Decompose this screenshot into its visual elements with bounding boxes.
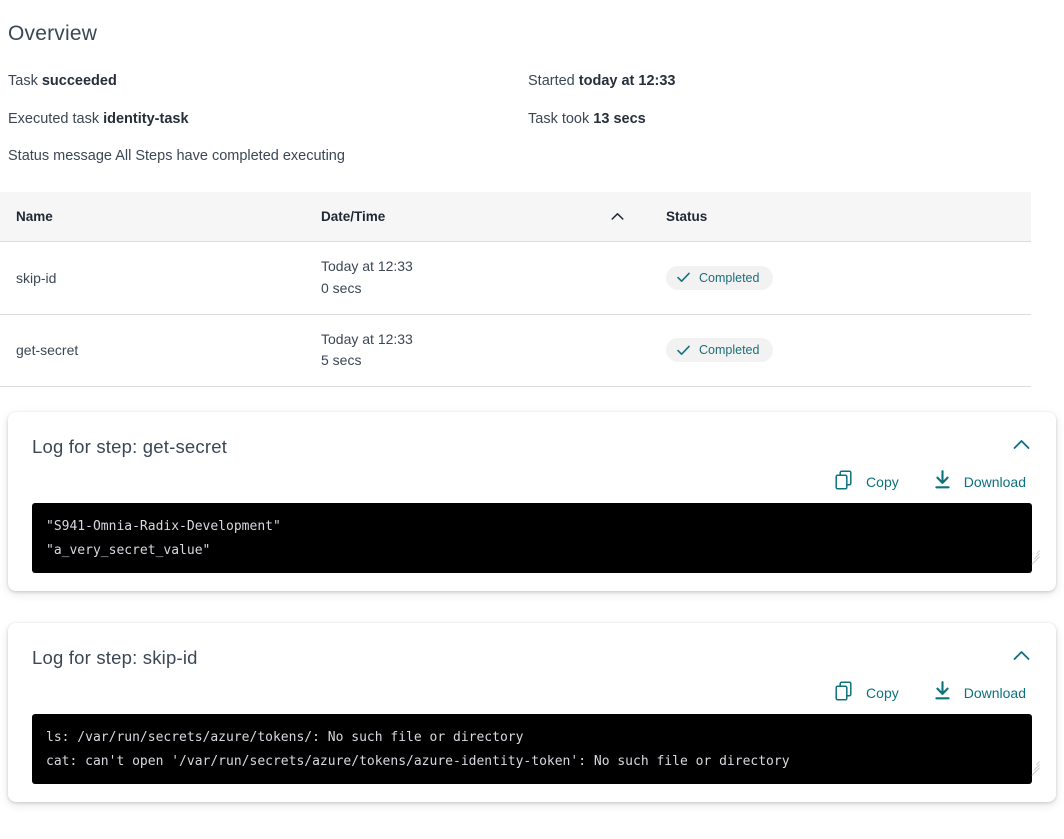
chevron-up-icon [1013,649,1030,664]
task-detail-page: Overview Task succeeded Started today at… [0,0,1064,839]
download-button[interactable]: Download [933,470,1026,493]
log-panel-header: Log for step: get-secret [24,430,1040,458]
log-panel-get-secret: Log for step: get-secret Copy [8,412,1056,591]
cell-status: Completed [650,242,1031,314]
cell-step-name: get-secret [0,314,305,386]
log-output-textarea[interactable]: "S941-Omnia-Radix-Development" "a_very_s… [32,503,1032,573]
copy-button-label: Copy [866,685,899,701]
status-badge-label: Completed [699,343,759,357]
started-line: Started today at 12:33 [528,72,1056,90]
copy-button[interactable]: Copy [835,470,899,493]
status-message-line: Status message All Steps have completed … [8,148,1056,164]
overview-section: Overview Task succeeded Started today at… [0,0,1064,164]
cell-datetime: Today at 12:33 0 secs [305,242,650,314]
collapse-toggle-button[interactable] [1013,430,1040,453]
steps-table-body: skip-id Today at 12:33 0 secs Completed [0,242,1031,387]
cell-datetime-value: Today at 12:33 [321,256,634,278]
download-button-label: Download [964,474,1026,490]
copy-button[interactable]: Copy [835,681,899,704]
executed-task-label: Executed task [8,111,99,127]
overview-grid: Task succeeded Started today at 12:33 Ex… [8,72,1056,164]
cell-status: Completed [650,314,1031,386]
log-panel-header: Log for step: skip-id [24,641,1040,669]
check-icon [677,345,690,356]
chevron-up-icon [611,212,624,221]
chevron-up-icon [1013,438,1030,453]
copy-button-label: Copy [866,474,899,490]
status-badge: Completed [666,338,773,362]
cell-duration-value: 0 secs [321,278,634,300]
started-label: Started [528,73,575,89]
download-button[interactable]: Download [933,681,1026,704]
column-header-status-label: Status [666,209,707,224]
table-header-row: Name Date/Time Status [0,192,1031,242]
check-icon [677,272,690,283]
task-took-label: Task took [528,111,589,127]
cell-duration-value: 5 secs [321,350,634,372]
status-message-value: All Steps have completed executing [115,148,345,164]
page-title: Overview [8,22,1056,46]
status-badge-label: Completed [699,271,759,285]
status-message-label: Status message [8,148,112,164]
cell-datetime-value: Today at 12:33 [321,329,634,351]
status-badge: Completed [666,266,773,290]
task-status-line: Task succeeded [8,72,528,90]
column-header-datetime-label: Date/Time [321,209,385,224]
cell-step-name: skip-id [0,242,305,314]
log-actions-toolbar: Copy Download [24,458,1040,503]
download-button-label: Download [964,685,1026,701]
table-row[interactable]: skip-id Today at 12:33 0 secs Completed [0,242,1031,314]
log-panel-title: Log for step: get-secret [24,430,227,458]
collapse-toggle-button[interactable] [1013,641,1040,664]
column-header-name[interactable]: Name [0,192,305,242]
steps-table-head: Name Date/Time Status [0,192,1031,242]
executed-task-line: Executed task identity-task [8,110,528,128]
log-actions-toolbar: Copy Download [24,669,1040,714]
task-status-label: Task [8,73,38,89]
task-took-line: Task took 13 secs [528,110,1056,128]
executed-task-value: identity-task [103,111,188,127]
log-panel-title: Log for step: skip-id [24,641,198,669]
started-value: today at 12:33 [579,73,676,89]
task-status-value: succeeded [42,73,117,89]
copy-icon [835,681,854,704]
cell-datetime: Today at 12:33 5 secs [305,314,650,386]
download-icon [933,681,952,704]
copy-icon [835,470,854,493]
column-header-status[interactable]: Status [650,192,1031,242]
table-row[interactable]: get-secret Today at 12:33 5 secs Complet… [0,314,1031,386]
task-took-value: 13 secs [593,111,645,127]
steps-table: Name Date/Time Status [0,192,1031,387]
log-output-textarea[interactable]: ls: /var/run/secrets/azure/tokens/: No s… [32,714,1032,784]
log-panel-skip-id: Log for step: skip-id Copy [8,623,1056,802]
download-icon [933,470,952,493]
column-header-name-label: Name [16,209,53,224]
column-header-datetime[interactable]: Date/Time [305,192,650,242]
